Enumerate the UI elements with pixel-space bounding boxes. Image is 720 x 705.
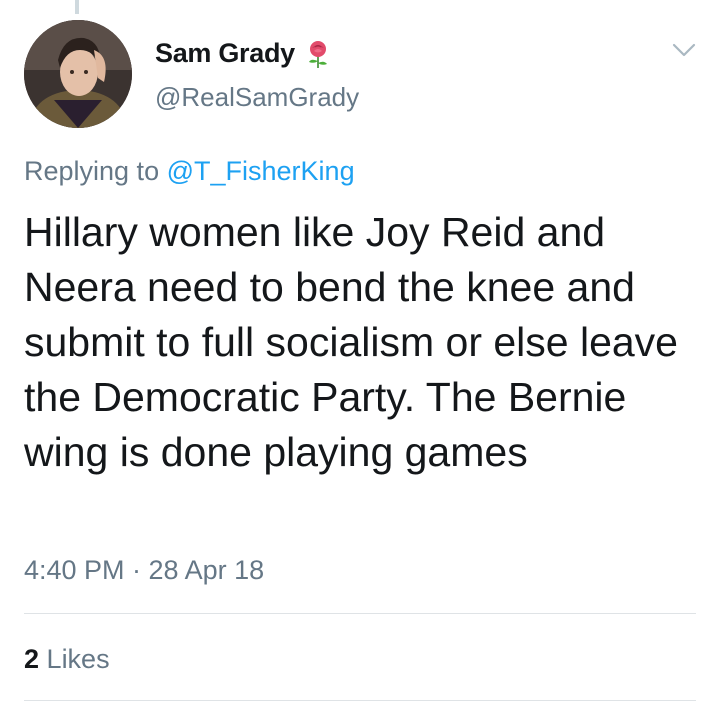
tweet-text: Hillary women like Joy Reid and Neera ne… xyxy=(24,209,678,475)
reply-prefix: Replying to xyxy=(24,156,160,186)
author-name-row: Sam Grady xyxy=(155,38,333,69)
likes-number: 2 xyxy=(24,644,40,674)
tweet-timestamp[interactable]: 4:40 PM · 28 Apr 18 xyxy=(24,555,264,586)
reply-context: Replying to @T_FisherKing xyxy=(24,156,355,187)
avatar[interactable] xyxy=(24,20,132,128)
author-display-name[interactable]: Sam Grady xyxy=(155,38,295,69)
chevron-down-icon[interactable] xyxy=(670,40,698,60)
likes-count[interactable]: 2 Likes xyxy=(24,644,110,675)
divider xyxy=(24,613,696,614)
rose-icon xyxy=(303,39,333,69)
author-handle[interactable]: @RealSamGrady xyxy=(155,82,359,113)
thread-connector-line xyxy=(75,0,79,14)
reply-mention-link[interactable]: @T_FisherKing xyxy=(167,156,355,186)
likes-label: Likes xyxy=(46,644,110,674)
divider xyxy=(24,700,696,701)
